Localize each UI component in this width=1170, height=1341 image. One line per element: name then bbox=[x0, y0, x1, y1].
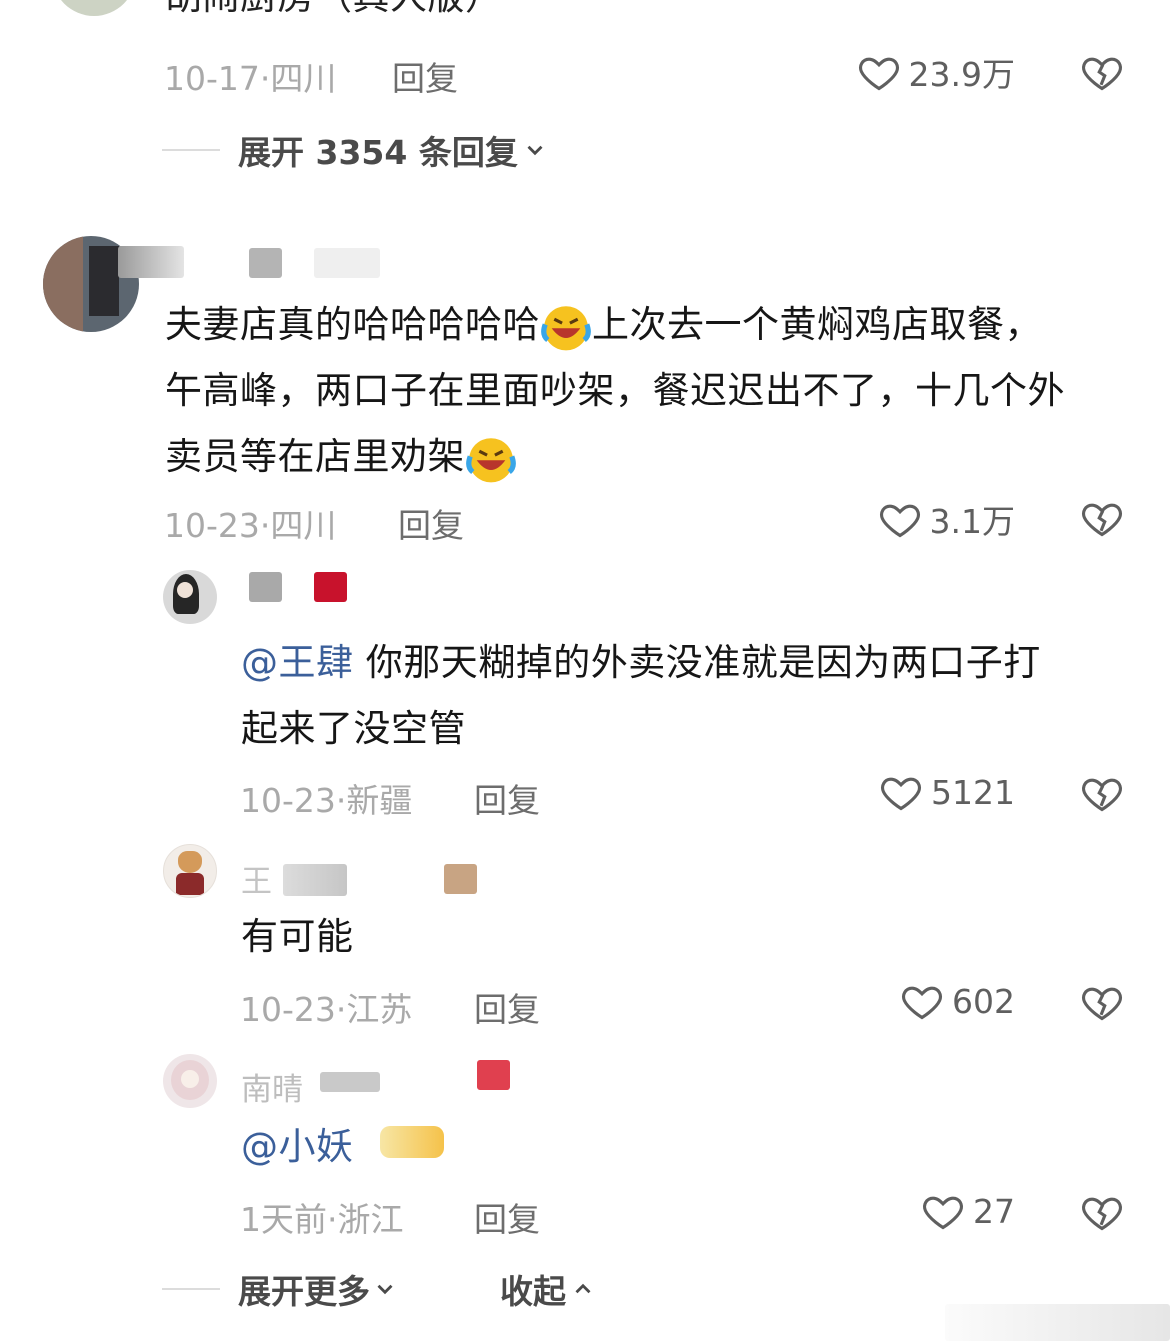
mention-link[interactable]: @小妖 bbox=[241, 1125, 354, 1168]
comment-text-top: 胡闹厨房（真人版） bbox=[165, 0, 503, 22]
comment-meta-top: 10-17·四川 bbox=[164, 52, 336, 100]
avatar-reply-2[interactable] bbox=[163, 844, 217, 898]
expand-more-button[interactable]: 展开更多 bbox=[162, 1265, 398, 1313]
heart-icon bbox=[923, 1196, 963, 1230]
like-count: 602 bbox=[952, 981, 1015, 1021]
chevron-up-icon bbox=[575, 1283, 591, 1294]
comment-location: 四川 bbox=[270, 59, 337, 98]
comment-date: 10-23 bbox=[164, 506, 260, 545]
reply-meta-1: 10-23·新疆 bbox=[240, 774, 412, 822]
reply-button-top[interactable]: 回复 bbox=[392, 52, 458, 100]
reply-text-3: @小妖 bbox=[241, 1114, 354, 1180]
chevron-down-icon bbox=[527, 145, 543, 156]
divider-dash bbox=[162, 1288, 220, 1290]
comment-location: 浙江 bbox=[337, 1200, 404, 1239]
avatar-reply-2-shape bbox=[176, 873, 204, 895]
comment-text-segment: 卖员等在店里劝架 bbox=[165, 435, 465, 478]
like-button-top[interactable]: 23.9万 bbox=[857, 48, 1015, 96]
reply-meta-2: 10-23·江苏 bbox=[240, 983, 412, 1031]
chevron-down-icon bbox=[377, 1284, 393, 1295]
avatar-reply-1[interactable] bbox=[163, 570, 217, 624]
collapse-button[interactable]: 收起 bbox=[500, 1265, 596, 1313]
meta-separator: · bbox=[335, 990, 347, 1029]
reply-text-2: 有可能 bbox=[241, 915, 354, 958]
comment-line: @王肆 你那天糊掉的外卖没准就是因为两口子打 bbox=[241, 630, 1141, 696]
username-partial: 南晴 bbox=[241, 1072, 303, 1108]
like-count: 27 bbox=[973, 1191, 1015, 1231]
comment-text-segment: 上次去一个黄焖鸡店取餐， bbox=[592, 303, 1042, 346]
heart-icon bbox=[858, 57, 899, 91]
laughing-emoji-icon bbox=[541, 305, 591, 350]
reply-button-2[interactable]: 回复 bbox=[474, 983, 540, 1031]
reply-button-3[interactable]: 回复 bbox=[474, 1193, 540, 1241]
badge-blurred bbox=[444, 864, 477, 894]
badge-blurred bbox=[314, 572, 347, 602]
badge-blurred bbox=[249, 248, 282, 278]
comment-text-segment: 你那天糊掉的外卖没准就是因为两口子打 bbox=[353, 641, 1041, 684]
comment-date: 10-23 bbox=[240, 990, 336, 1029]
dislike-button-2[interactable] bbox=[1080, 980, 1124, 1024]
avatar-reply-3-shape bbox=[181, 1070, 199, 1088]
like-button-main[interactable]: 3.1万 bbox=[878, 495, 1015, 543]
badge-blurred bbox=[477, 1060, 510, 1090]
avatar-reply-2-shape bbox=[178, 851, 202, 873]
username-blurred bbox=[118, 246, 184, 278]
comment-text-segment: 夫妻店真的哈哈哈哈哈 bbox=[165, 303, 540, 346]
meta-separator: · bbox=[335, 781, 347, 820]
username-blurred bbox=[249, 572, 282, 602]
heart-icon bbox=[879, 504, 920, 538]
reply-button-1[interactable]: 回复 bbox=[474, 774, 540, 822]
meta-separator: · bbox=[259, 59, 271, 98]
meta-separator: · bbox=[259, 506, 271, 545]
laughing-emoji-icon bbox=[466, 437, 516, 482]
comment-date: 1天前 bbox=[240, 1200, 327, 1239]
comment-date: 10-23 bbox=[240, 781, 336, 820]
avatar-main-shape bbox=[43, 236, 83, 332]
badge-blurred bbox=[314, 248, 380, 278]
avatar-reply-1-shape bbox=[177, 582, 193, 598]
dislike-button-3[interactable] bbox=[1080, 1190, 1124, 1234]
meta-separator: · bbox=[327, 1200, 338, 1239]
mention-blurred bbox=[380, 1126, 444, 1158]
expand-more-label: 展开更多 bbox=[238, 1272, 370, 1311]
avatar-reply-3[interactable] bbox=[163, 1054, 217, 1108]
comment-location: 江苏 bbox=[346, 990, 413, 1029]
heart-icon bbox=[881, 777, 921, 811]
reply-meta-3: 1天前·浙江 bbox=[240, 1193, 404, 1241]
mention-link[interactable]: @王肆 bbox=[241, 641, 354, 684]
heart-icon bbox=[902, 986, 942, 1020]
like-count: 23.9万 bbox=[908, 55, 1015, 94]
dislike-button-1[interactable] bbox=[1080, 771, 1124, 815]
dislike-button-main[interactable] bbox=[1080, 496, 1124, 540]
expand-replies-button[interactable]: 展开 3354 条回复 bbox=[162, 126, 548, 174]
watermark-blurred bbox=[945, 1304, 1170, 1341]
expand-replies-label: 展开 3354 条回复 bbox=[238, 133, 518, 172]
collapse-label: 收起 bbox=[500, 1272, 566, 1311]
comment-line: 夫妻店真的哈哈哈哈哈 上次去一个黄焖鸡店取餐， bbox=[165, 292, 1145, 358]
username-blurred bbox=[320, 1072, 380, 1092]
reply-button-main[interactable]: 回复 bbox=[398, 499, 464, 547]
like-button-2[interactable]: 602 bbox=[900, 979, 1015, 1023]
dislike-button-top[interactable] bbox=[1080, 50, 1124, 94]
like-count: 5121 bbox=[931, 772, 1015, 812]
comment-line: 午高峰，两口子在里面吵架，餐迟迟出不了，十几个外 bbox=[165, 369, 1065, 412]
divider-dash bbox=[162, 149, 220, 151]
like-count: 3.1万 bbox=[929, 502, 1015, 541]
avatar-top[interactable] bbox=[52, 0, 136, 16]
comment-location: 四川 bbox=[270, 506, 337, 545]
username-blurred bbox=[283, 864, 347, 896]
comment-text-main: 夫妻店真的哈哈哈哈哈 上次去一个黄焖鸡店取餐， 午高峰，两口子在里面吵架，餐迟迟… bbox=[165, 292, 1145, 490]
comment-date: 10-17 bbox=[164, 59, 260, 98]
username-partial: 王 bbox=[241, 864, 272, 900]
comment-line: 卖员等在店里劝架 bbox=[165, 424, 1145, 490]
comment-meta-main: 10-23·四川 bbox=[164, 499, 336, 547]
avatar-main-shape bbox=[89, 246, 119, 316]
comment-line: 起来了没空管 bbox=[241, 707, 466, 750]
reply-text-1: @王肆 你那天糊掉的外卖没准就是因为两口子打 起来了没空管 bbox=[241, 630, 1141, 762]
like-button-1[interactable]: 5121 bbox=[879, 770, 1015, 814]
comment-location: 新疆 bbox=[346, 781, 413, 820]
like-button-3[interactable]: 27 bbox=[921, 1189, 1015, 1233]
